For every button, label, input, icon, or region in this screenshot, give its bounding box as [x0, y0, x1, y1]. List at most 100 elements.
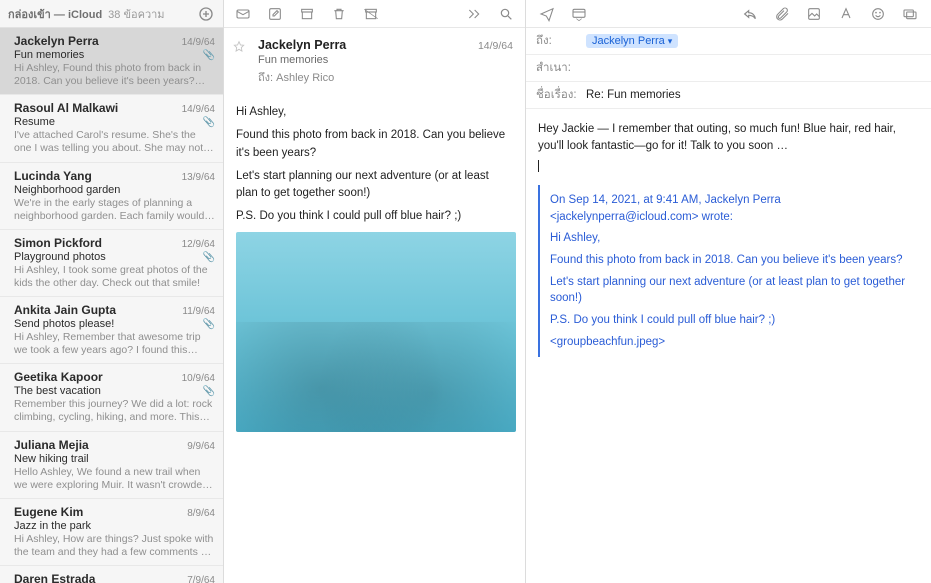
date: 8/9/64	[187, 508, 215, 519]
preview: Hello Ashley, We found a new trail when …	[14, 466, 215, 492]
emoji-icon[interactable]	[869, 6, 887, 22]
star-icon[interactable]	[232, 40, 246, 54]
quote-attachment: <groupbeachfun.jpeg>	[550, 334, 919, 351]
recipient-name: Jackelyn Perra	[592, 35, 665, 47]
compose-icon[interactable]	[266, 6, 284, 22]
send-icon[interactable]	[538, 6, 556, 22]
attachment-image[interactable]	[236, 232, 516, 432]
junk-icon[interactable]	[362, 6, 380, 22]
list-item[interactable]: Rasoul Al Malkawi 14/9/64ResumeI've attac…	[0, 95, 223, 162]
compose-toolbar	[526, 0, 931, 28]
message-header: Jackelyn Perra 14/9/64 Fun memories ถึง:…	[224, 28, 525, 94]
message-date: 14/9/64	[478, 40, 513, 52]
search-icon[interactable]	[497, 6, 515, 22]
body-p1: Found this photo from back in 2018. Can …	[236, 127, 513, 162]
message-count: 38 ข้อความ	[108, 5, 164, 23]
sender: Ankita Jain Gupta	[14, 303, 116, 317]
subject: New hiking trail	[14, 453, 215, 465]
preview: Hi Ashley, Remember that awesome trip we…	[14, 331, 215, 357]
subject: Fun memories	[14, 49, 215, 61]
preview: We're in the early stages of planning a …	[14, 197, 215, 223]
list-item[interactable]: Juliana Mejia9/9/64New hiking trailHello…	[0, 432, 223, 499]
sender: Geetika Kapoor	[14, 370, 103, 384]
mailbox-title: กล่องเข้า — iCloud	[8, 5, 102, 23]
date: 11/9/64	[182, 306, 215, 317]
subject-field[interactable]: ชื่อเรื่อง:	[526, 82, 931, 109]
insert-photo-icon[interactable]	[805, 6, 823, 22]
message-list[interactable]: Jackelyn Perra14/9/64Fun memoriesHi Ashl…	[0, 28, 223, 583]
paperclip-icon: 📎	[203, 252, 215, 263]
cc-input[interactable]	[586, 62, 921, 74]
date: 7/9/64	[187, 575, 215, 583]
sender: Jackelyn Perra	[14, 34, 99, 48]
list-item[interactable]: Daren Estrada7/9/64Coming to townHey, st…	[0, 566, 223, 583]
message-from: Jackelyn Perra	[258, 38, 513, 52]
attach-icon[interactable]	[773, 6, 791, 22]
paperclip-icon: 📎	[203, 386, 215, 397]
format-icon[interactable]	[837, 6, 855, 22]
body-p3: P.S. Do you think I could pull off blue …	[236, 208, 513, 225]
message-list-pane: กล่องเข้า — iCloud 38 ข้อความ Jackelyn P…	[0, 0, 224, 583]
more-icon[interactable]	[465, 6, 483, 22]
filter-icon[interactable]	[197, 5, 215, 23]
subject: Send photos please!	[14, 318, 215, 330]
archive-icon[interactable]	[298, 6, 316, 22]
quote-line: Let's start planning our next adventure …	[550, 274, 919, 307]
message-toolbar	[224, 0, 525, 28]
preview: Hi Ashley, Found this photo from back in…	[14, 62, 215, 88]
cc-field[interactable]: สำเนา:	[526, 55, 931, 82]
paperclip-icon: 📎	[203, 319, 215, 330]
quote-line: P.S. Do you think I could pull off blue …	[550, 312, 919, 329]
list-item[interactable]: Eugene Kim8/9/64Jazz in the parkHi Ashle…	[0, 499, 223, 566]
list-item[interactable]: Geetika Kapoor 10/9/64The best vacationRe…	[0, 364, 223, 431]
date: 9/9/64	[187, 441, 215, 452]
preview: I've attached Carol's resume. She's the …	[14, 129, 215, 155]
to-field[interactable]: ถึง: Jackelyn Perra ▾	[526, 28, 931, 55]
subject: Playground photos	[14, 251, 215, 263]
text-caret	[538, 160, 539, 172]
subject: Jazz in the park	[14, 520, 215, 532]
paperclip-icon: 📎	[203, 50, 215, 61]
sender: Daren Estrada	[14, 572, 95, 583]
compose-body[interactable]: Hey Jackie — I remember that outing, so …	[526, 109, 931, 583]
to-label: ถึง:	[258, 72, 273, 84]
list-item[interactable]: Lucinda Yang 13/9/64Neighborhood gardenWe…	[0, 163, 223, 230]
subject: Neighborhood garden	[14, 184, 215, 196]
body-greeting: Hi Ashley,	[236, 104, 513, 121]
list-item[interactable]: Ankita Jain Gupta 11/9/64Send photos plea…	[0, 297, 223, 364]
message-pane: Jackelyn Perra 14/9/64 Fun memories ถึง:…	[224, 0, 526, 583]
sender: Lucinda Yang	[14, 169, 92, 183]
preview: Hi Ashley, How are things? Just spoke wi…	[14, 533, 215, 559]
to-value: Ashley Rico	[276, 72, 334, 84]
header-fields-icon[interactable]	[570, 6, 588, 22]
recipient-chip[interactable]: Jackelyn Perra ▾	[586, 34, 678, 48]
quote-attribution: On Sep 14, 2021, at 9:41 AM, Jackelyn Pe…	[550, 192, 919, 225]
date: 14/9/64	[182, 104, 215, 115]
quote-line: Hi Ashley,	[550, 230, 919, 247]
quoted-message: On Sep 14, 2021, at 9:41 AM, Jackelyn Pe…	[538, 185, 919, 357]
subject: Resume	[14, 116, 215, 128]
paperclip-icon: 📎	[203, 117, 215, 128]
message-subject: Fun memories	[258, 54, 513, 66]
compose-pane: ถึง: Jackelyn Perra ▾ สำเนา: ชื่อเรื่อง:…	[526, 0, 931, 583]
date: 10/9/64	[182, 373, 215, 384]
chevron-down-icon: ▾	[668, 36, 673, 47]
message-body: Hi Ashley, Found this photo from back in…	[224, 94, 525, 442]
body-p2: Let's start planning our next adventure …	[236, 168, 513, 203]
list-item[interactable]: Simon Pickford12/9/64Playground photosHi…	[0, 230, 223, 297]
subject-input[interactable]	[586, 89, 921, 101]
list-header: กล่องเข้า — iCloud 38 ข้อความ	[0, 0, 223, 28]
list-item[interactable]: Jackelyn Perra14/9/64Fun memoriesHi Ashl…	[0, 28, 223, 95]
sender: Rasoul Al Malkawi	[14, 101, 118, 115]
sender: Simon Pickford	[14, 236, 102, 250]
trash-icon[interactable]	[330, 6, 348, 22]
subject-label: ชื่อเรื่อง:	[536, 86, 580, 104]
cc-label: สำเนา:	[536, 59, 580, 77]
reply-arrow-icon[interactable]	[741, 6, 759, 22]
subject: The best vacation	[14, 385, 215, 397]
date: 13/9/64	[182, 172, 215, 183]
preview: Remember this journey? We did a lot: roc…	[14, 398, 215, 424]
reply-icon[interactable]	[234, 6, 252, 22]
media-browser-icon[interactable]	[901, 6, 919, 22]
to-label: ถึง:	[536, 32, 580, 50]
